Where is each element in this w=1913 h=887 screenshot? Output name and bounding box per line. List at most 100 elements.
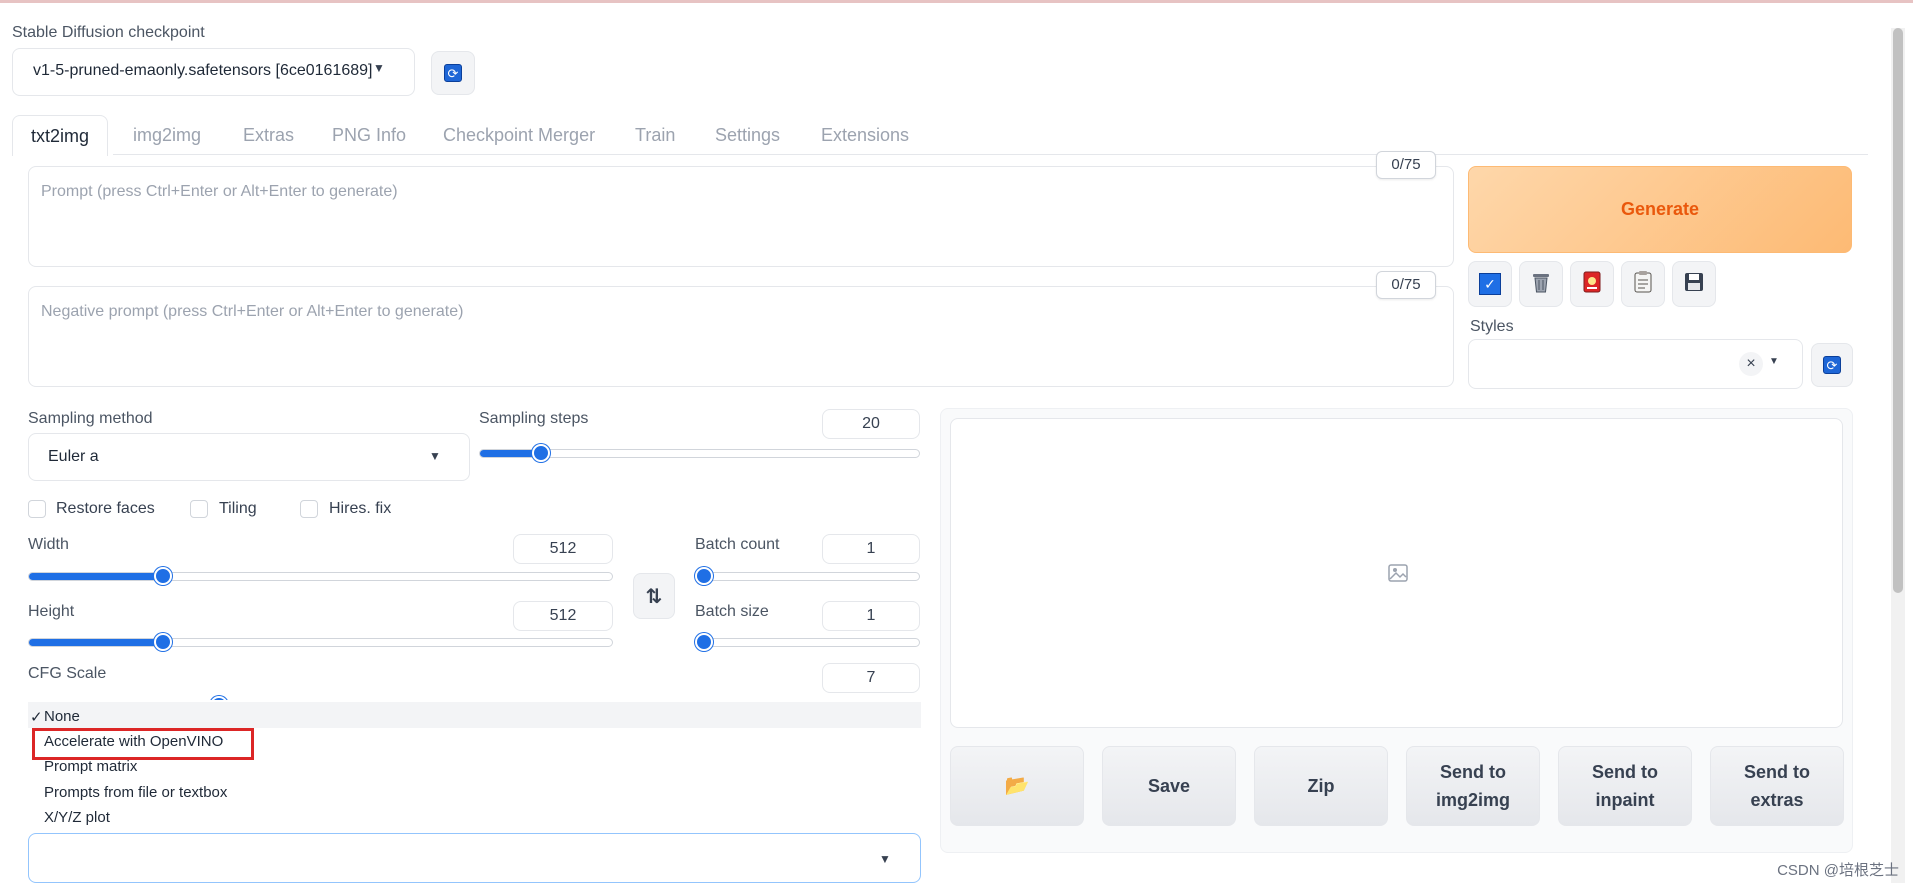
send-to-inpaint-line2: inpaint [1595, 790, 1655, 810]
send-to-inpaint-button[interactable]: Send to inpaint [1558, 746, 1692, 826]
prompt-textarea[interactable]: Prompt (press Ctrl+Enter or Alt+Enter to… [28, 166, 1454, 267]
height-input[interactable]: 512 [513, 601, 613, 631]
swap-dimensions-button[interactable]: ⇅ [633, 573, 675, 619]
chevron-down-icon: ▼ [429, 449, 441, 463]
sampling-steps-slider-knob[interactable] [532, 444, 550, 462]
dropdown-selected-row [28, 702, 921, 728]
restore-faces-checkbox[interactable] [28, 500, 46, 518]
clear-icon[interactable]: × [1739, 352, 1763, 376]
batch-count-slider-track[interactable] [695, 572, 920, 581]
batch-count-slider[interactable] [695, 567, 920, 587]
negative-prompt-textarea[interactable]: Negative prompt (press Ctrl+Enter or Alt… [28, 286, 1454, 387]
restore-faces-label: Restore faces [56, 500, 155, 517]
open-folder-button[interactable]: 📂 [950, 746, 1084, 826]
refresh-icon: ⟳ [1823, 356, 1841, 374]
chevron-down-icon: ▼ [373, 61, 385, 75]
top-border [0, 0, 1913, 3]
dropdown-item-xyz-plot[interactable]: X/Y/Z plot [44, 809, 110, 826]
send-to-img2img-line1: Send to [1439, 762, 1506, 782]
sampling-steps-input[interactable]: 20 [822, 409, 920, 439]
tab-train[interactable]: Train [635, 115, 675, 155]
hires-fix-checkbox[interactable] [300, 500, 318, 518]
negative-prompt-placeholder: Negative prompt (press Ctrl+Enter or Alt… [41, 303, 464, 320]
script-dropdown-list: ✓ None Accelerate with OpenVINO Prompt m… [28, 700, 921, 830]
batch-size-label: Batch size [695, 603, 769, 620]
image-placeholder-icon [1387, 562, 1409, 589]
tab-extras[interactable]: Extras [243, 115, 294, 155]
save-button[interactable]: Save [1102, 746, 1236, 826]
cfg-scale-input[interactable]: 7 [822, 663, 920, 693]
negative-prompt-token-counter: 0/75 [1376, 271, 1436, 299]
tab-img2img[interactable]: img2img [133, 115, 201, 155]
batch-size-slider[interactable] [695, 633, 920, 653]
send-to-inpaint-line1: Send to [1592, 762, 1658, 782]
batch-size-slider-track[interactable] [695, 638, 920, 647]
batch-count-label: Batch count [695, 536, 780, 553]
styles-label: Styles [1470, 318, 1514, 335]
refresh-styles-button[interactable]: ⟳ [1811, 343, 1853, 387]
tiling-checkbox[interactable] [190, 500, 208, 518]
show-extra-networks-button[interactable]: ✓ [1468, 261, 1512, 307]
hires-fix-label: Hires. fix [329, 500, 392, 517]
width-slider-fill [29, 573, 164, 580]
width-slider[interactable] [28, 567, 613, 587]
width-slider-knob[interactable] [154, 567, 172, 585]
chevron-down-icon: ▼ [1769, 356, 1779, 367]
cfg-scale-label: CFG Scale [28, 665, 107, 682]
tab-png-info[interactable]: PNG Info [332, 115, 406, 155]
sampling-steps-slider[interactable] [479, 444, 920, 464]
trash-icon [1530, 270, 1552, 299]
batch-count-slider-knob[interactable] [695, 567, 713, 585]
red-card-icon [1581, 270, 1603, 299]
send-to-extras-button[interactable]: Send to extras [1710, 746, 1844, 826]
refresh-checkpoint-button[interactable]: ⟳ [431, 51, 475, 95]
checkpoint-label: Stable Diffusion checkpoint [12, 24, 205, 41]
send-to-img2img-line2: img2img [1435, 790, 1510, 810]
sampling-method-select[interactable]: Euler a ▼ [28, 433, 470, 481]
save-style-button[interactable] [1672, 261, 1716, 307]
dropdown-item-prompt-matrix[interactable]: Prompt matrix [44, 758, 137, 775]
send-to-img2img-button[interactable]: Send to img2img [1406, 746, 1540, 826]
width-input[interactable]: 512 [513, 534, 613, 564]
batch-size-slider-knob[interactable] [695, 633, 713, 651]
checkpoint-value: v1-5-pruned-emaonly.safetensors [6ce0161… [33, 62, 373, 79]
width-label: Width [28, 536, 69, 553]
tab-txt2img[interactable]: txt2img [12, 115, 109, 156]
zip-button[interactable]: Zip [1254, 746, 1388, 826]
styles-select[interactable]: × ▼ [1468, 339, 1803, 389]
prompt-token-counter: 0/75 [1376, 151, 1436, 179]
chevron-down-icon: ▼ [879, 852, 891, 866]
height-slider[interactable] [28, 633, 613, 653]
sampling-method-value: Euler a [48, 448, 99, 465]
width-slider-track[interactable] [28, 572, 613, 581]
clipboard-icon [1632, 270, 1654, 299]
height-label: Height [28, 603, 75, 620]
tab-checkpoint-merger[interactable]: Checkpoint Merger [443, 115, 595, 155]
tiling-label: Tiling [219, 500, 257, 517]
clear-prompt-button[interactable] [1519, 261, 1563, 307]
send-to-extras-line1: Send to [1744, 762, 1810, 782]
generate-button[interactable]: Generate [1468, 166, 1852, 253]
script-select[interactable]: ▼ [28, 833, 921, 883]
apply-style-button[interactable] [1621, 261, 1665, 307]
height-slider-knob[interactable] [154, 633, 172, 651]
page-scrollbar-thumb[interactable] [1893, 28, 1903, 593]
tab-settings[interactable]: Settings [715, 115, 780, 155]
output-gallery [950, 418, 1843, 728]
batch-count-input[interactable]: 1 [822, 534, 920, 564]
dropdown-item-openvino[interactable]: Accelerate with OpenVINO [44, 733, 223, 750]
read-generation-params-button[interactable] [1570, 261, 1614, 307]
checkbox-icon: ✓ [1479, 273, 1501, 295]
watermark: CSDN @培根芝士 [1777, 862, 1899, 879]
send-to-extras-line2: extras [1750, 790, 1804, 810]
check-icon: ✓ [30, 709, 43, 726]
tab-extensions[interactable]: Extensions [821, 115, 909, 155]
height-slider-track[interactable] [28, 638, 613, 647]
batch-size-input[interactable]: 1 [822, 601, 920, 631]
sampling-steps-label: Sampling steps [479, 410, 589, 427]
prompt-placeholder: Prompt (press Ctrl+Enter or Alt+Enter to… [41, 183, 398, 200]
checkpoint-select[interactable]: v1-5-pruned-emaonly.safetensors [6ce0161… [12, 48, 415, 96]
dropdown-item-none[interactable]: None [44, 708, 80, 725]
dropdown-item-prompts-from-file[interactable]: Prompts from file or textbox [44, 784, 227, 801]
folder-icon: 📂 [1004, 775, 1030, 797]
